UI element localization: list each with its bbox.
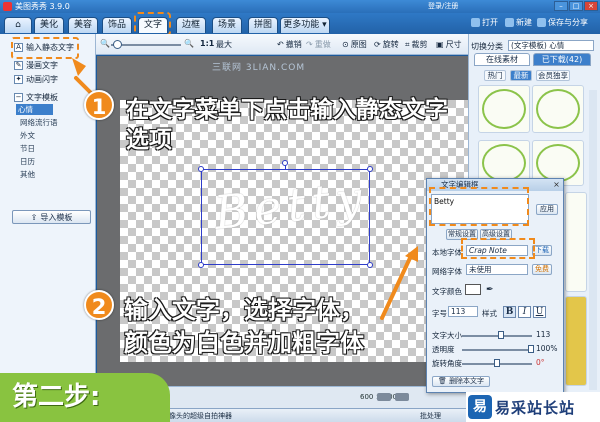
arrow-step2-head [405, 246, 418, 262]
step1-instruction-line1: 在文字菜单下点击输入静态文字 [126, 97, 448, 123]
arrow-step1-line [74, 76, 92, 94]
step2-instruction-line1: 输入文字，选择字体， [124, 296, 364, 324]
step2-instruction-line2: 颜色为白色并加粗字体 [124, 329, 364, 357]
site-logo-text: 易采站长站 [495, 398, 576, 417]
site-logo-icon: 易 [468, 395, 492, 419]
step2-number-badge: 2 [84, 290, 114, 320]
arrow-step1-head [72, 58, 86, 76]
arrow-step2-line [380, 256, 412, 320]
step1-instruction-line2: 选项 [126, 127, 172, 153]
step-badge: 第二步: [0, 373, 170, 422]
step1-number-badge: 1 [84, 90, 114, 120]
annotation-arrows [72, 58, 418, 320]
site-logo: 易 易采站长站 [466, 392, 600, 422]
